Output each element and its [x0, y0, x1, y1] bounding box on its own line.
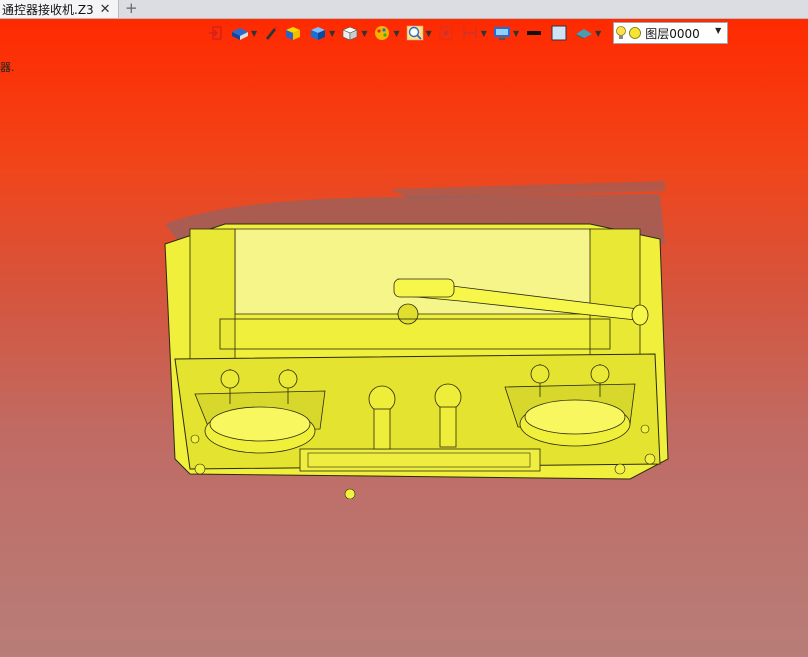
- render-mode-icon[interactable]: ▼: [229, 23, 258, 43]
- display-settings-icon[interactable]: ▼: [491, 23, 520, 43]
- square-fill-icon[interactable]: [548, 23, 570, 43]
- 3d-viewport[interactable]: 器.: [0, 19, 808, 657]
- close-icon[interactable]: ✕: [100, 2, 111, 17]
- layer-color-icon[interactable]: [628, 25, 642, 41]
- chevron-down-icon[interactable]: ▼: [329, 29, 335, 38]
- chevron-down-icon[interactable]: ▼: [481, 29, 487, 38]
- receiver-3d-model[interactable]: [150, 169, 680, 499]
- document-tab[interactable]: 通控器接收机.Z3 ✕: [0, 0, 119, 18]
- tab-title: 通控器接收机.Z3: [2, 2, 94, 17]
- line-black-icon[interactable]: [523, 23, 545, 43]
- chevron-down-icon[interactable]: ▼: [251, 29, 257, 38]
- pen-icon[interactable]: [261, 23, 279, 43]
- chevron-down-icon[interactable]: ▼: [715, 26, 721, 35]
- main-toolbar: ▼ ▼ ▼ ▼ ▼ ▼ ▼ ▼ 图层0000 ▼: [206, 22, 729, 44]
- left-post: [189, 228, 236, 370]
- new-tab-plus-icon[interactable]: +: [125, 0, 138, 17]
- tab-bar: 通控器接收机.Z3 ✕ +: [0, 0, 808, 19]
- right-post: [589, 228, 641, 360]
- chevron-down-icon[interactable]: ▼: [426, 29, 432, 38]
- plane-icon[interactable]: ▼: [573, 23, 602, 43]
- chevron-down-icon[interactable]: ▼: [513, 29, 519, 38]
- color-palette-icon[interactable]: ▼: [371, 23, 400, 43]
- cube-blue-icon[interactable]: ▼: [307, 23, 336, 43]
- side-panel-text: 器.: [0, 61, 15, 74]
- battery-slot: [299, 448, 541, 472]
- lightbulb-icon[interactable]: [614, 24, 628, 42]
- chevron-down-icon[interactable]: ▼: [393, 29, 399, 38]
- box-yellow-icon[interactable]: [282, 23, 304, 43]
- chevron-down-icon[interactable]: ▼: [595, 29, 601, 38]
- chevron-down-icon[interactable]: ▼: [361, 29, 367, 38]
- zoom-icon[interactable]: ▼: [404, 23, 433, 43]
- layer-dropdown[interactable]: 图层0000 ▼: [613, 22, 729, 44]
- section-plane-icon[interactable]: ▼: [459, 23, 488, 43]
- exit-icon[interactable]: [206, 23, 226, 43]
- cube-white-icon[interactable]: ▼: [339, 23, 368, 43]
- fit-view-icon[interactable]: [436, 23, 456, 43]
- layer-name: 图层0000: [645, 26, 700, 41]
